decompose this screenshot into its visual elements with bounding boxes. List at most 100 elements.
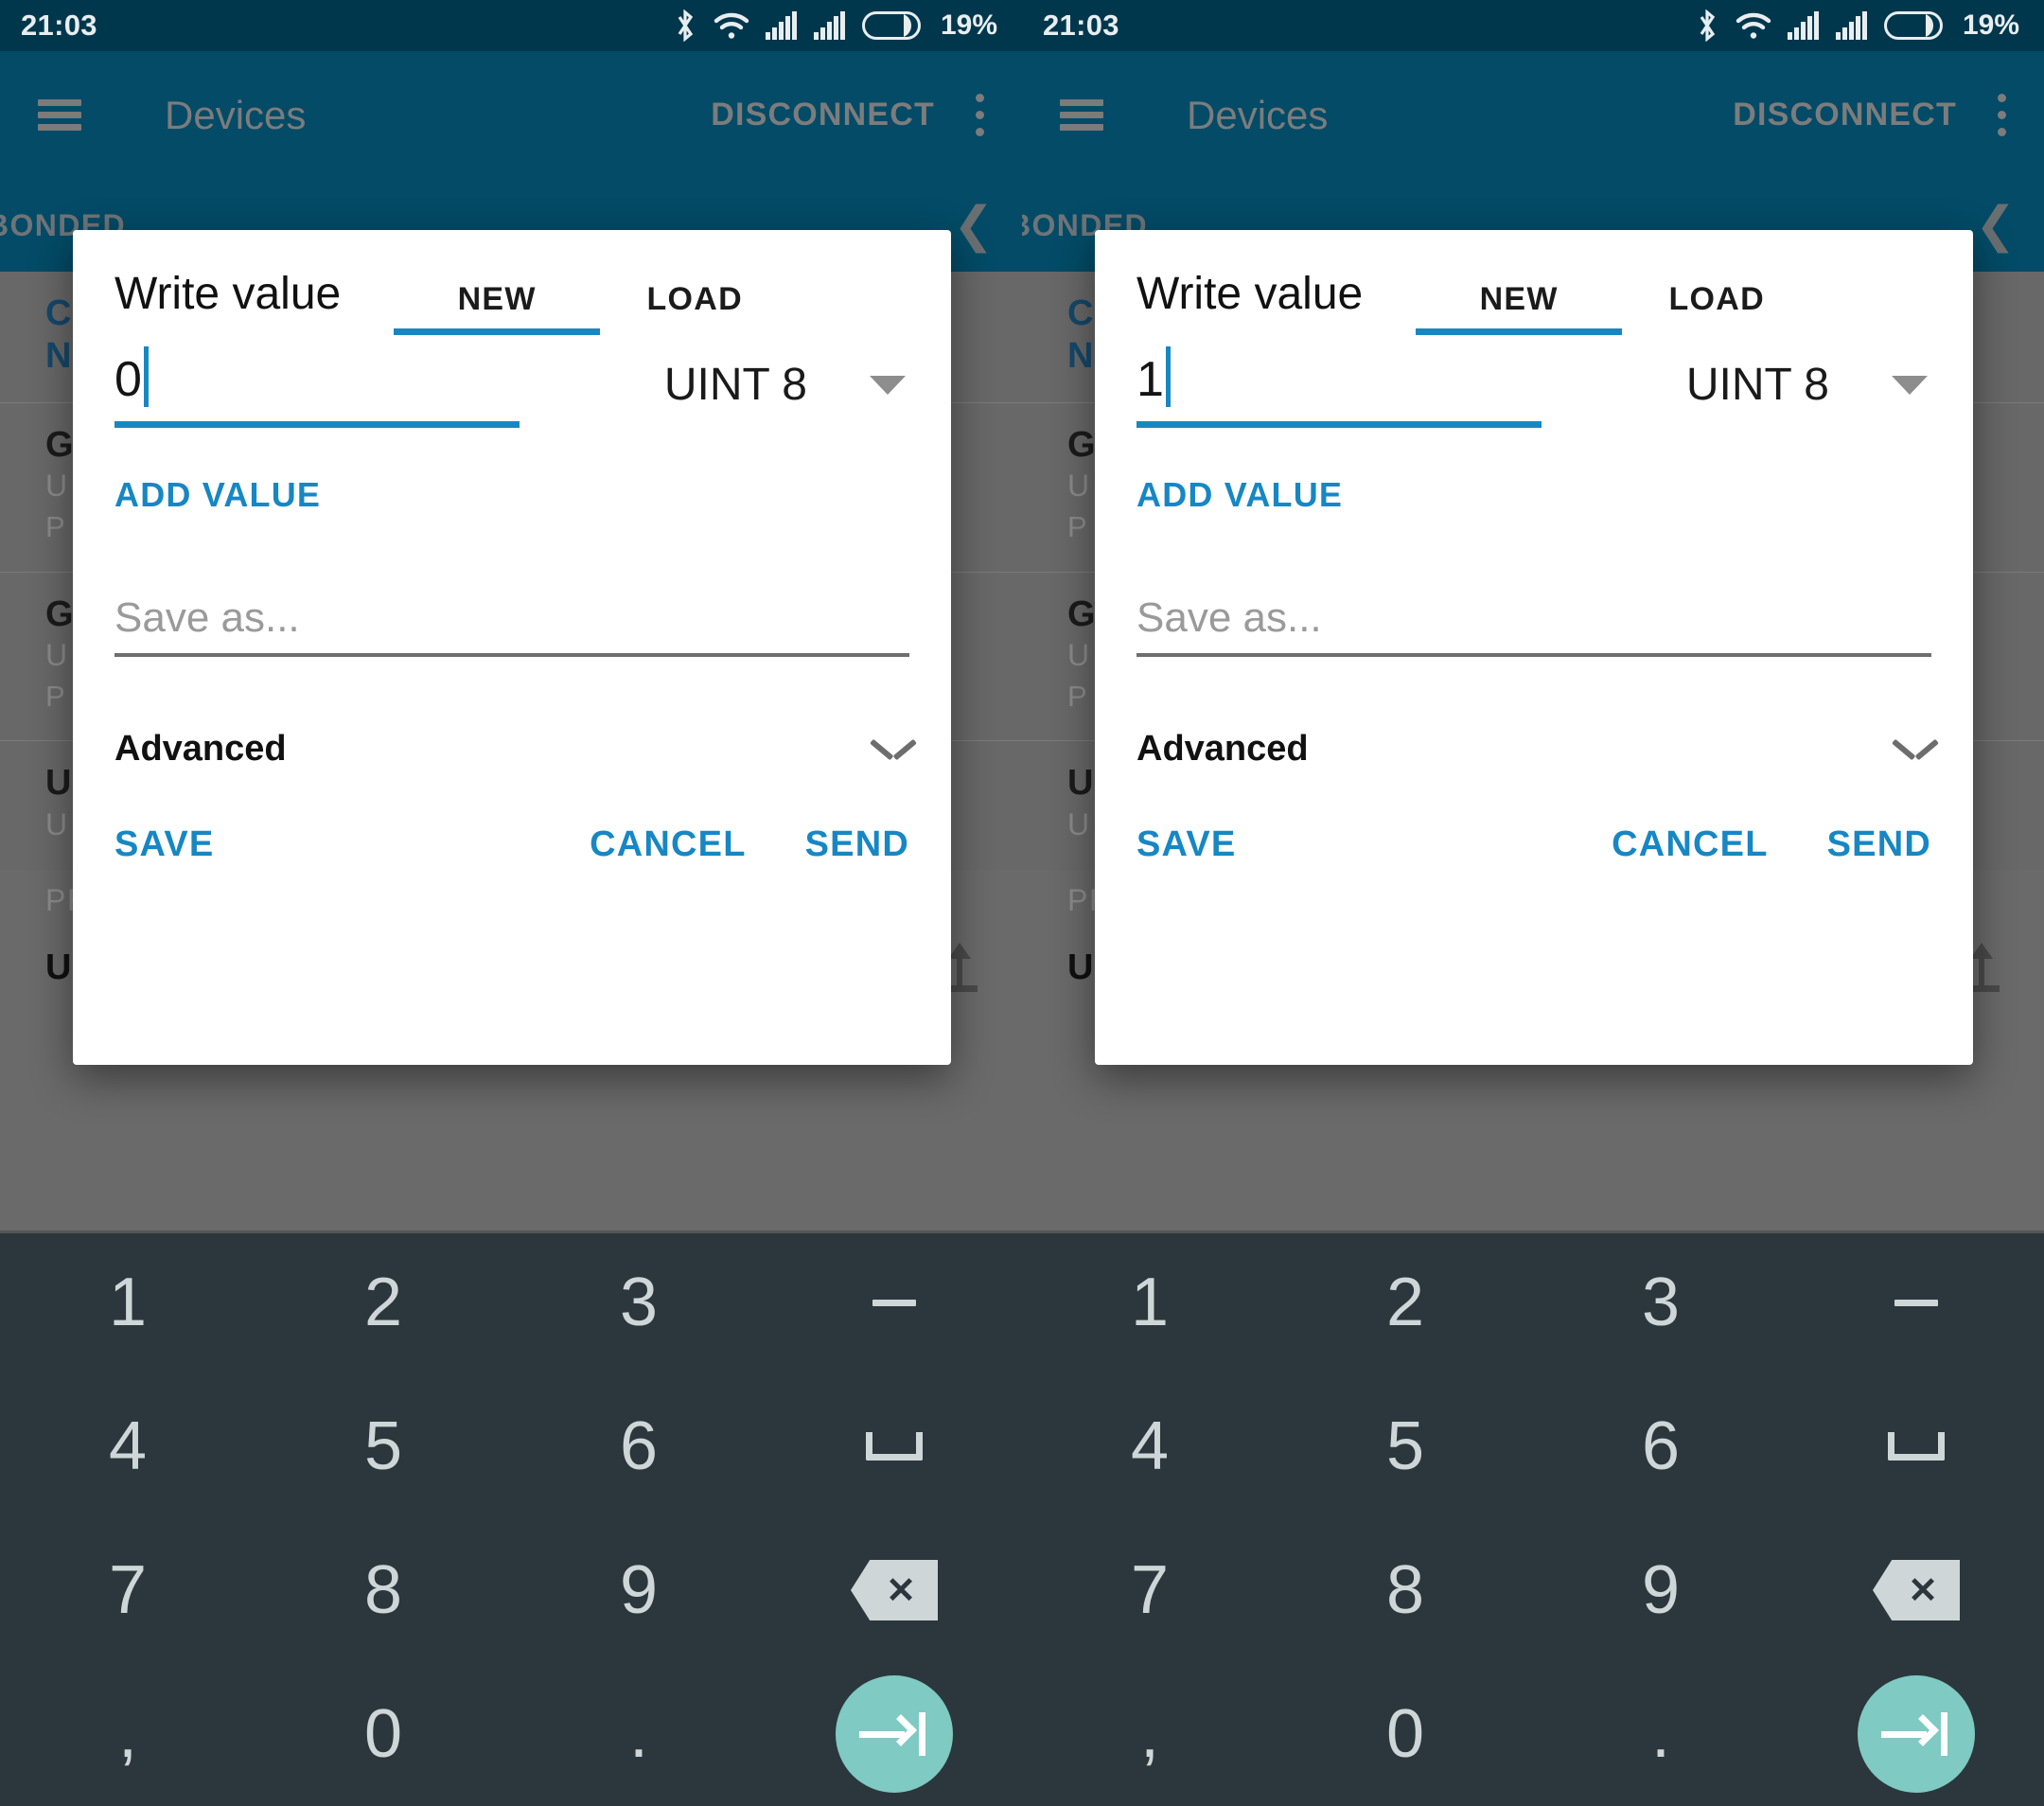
signal-sim1-icon xyxy=(1787,11,1819,40)
dialog-tabs: NEW LOAD xyxy=(394,268,789,335)
key-space[interactable] xyxy=(766,1374,1022,1518)
save-as-underline xyxy=(115,653,909,657)
key-2[interactable]: 2 xyxy=(1278,1231,1533,1374)
keyboard-row: 1 2 3 xyxy=(0,1231,1022,1374)
value-type-select[interactable]: UINT 8 xyxy=(1686,359,1931,415)
overflow-menu-icon[interactable] xyxy=(975,94,984,136)
bluetooth-icon xyxy=(678,9,694,42)
key-5[interactable]: 5 xyxy=(256,1374,511,1518)
key-minus[interactable] xyxy=(766,1231,1022,1374)
key-1[interactable]: 1 xyxy=(0,1231,256,1374)
key-backspace[interactable]: ✕ xyxy=(766,1518,1022,1662)
disconnect-button[interactable]: DISCONNECT xyxy=(711,97,935,133)
battery-percent-label: 19% xyxy=(940,9,997,41)
key-next[interactable] xyxy=(1788,1662,2044,1806)
overflow-menu-icon[interactable] xyxy=(1997,94,2006,136)
app-bar: Devices DISCONNECT xyxy=(1022,51,2044,179)
text-caret xyxy=(1165,346,1171,407)
key-period[interactable]: . xyxy=(1533,1662,1788,1806)
page-title: Devices xyxy=(165,92,307,137)
advanced-label: Advanced xyxy=(115,729,287,769)
dialog-actions: SAVE CANCEL SEND xyxy=(1095,770,1973,865)
chevron-left-icon[interactable]: ❮ xyxy=(953,201,996,250)
disconnect-button[interactable]: DISCONNECT xyxy=(1733,97,1957,133)
key-0[interactable]: 0 xyxy=(256,1662,511,1806)
battery-percent-label: 19% xyxy=(1962,9,2019,41)
screenshot-root: 21:03 19% Devices DISCONNECT BONDED ❮ C … xyxy=(0,0,2044,1806)
key-6[interactable]: 6 xyxy=(511,1374,766,1518)
key-9[interactable]: 9 xyxy=(1533,1518,1788,1662)
key-period[interactable]: . xyxy=(511,1662,766,1806)
key-4[interactable]: 4 xyxy=(1022,1374,1278,1518)
tab-load[interactable]: LOAD xyxy=(600,268,789,335)
wifi-icon xyxy=(714,12,749,39)
key-6[interactable]: 6 xyxy=(1533,1374,1788,1518)
key-5[interactable]: 5 xyxy=(1278,1374,1533,1518)
status-bar: 21:03 19% xyxy=(0,0,1022,51)
save-button[interactable]: SAVE xyxy=(115,824,214,865)
save-as-input[interactable]: Save as... xyxy=(115,594,909,657)
key-space[interactable] xyxy=(1788,1374,2044,1518)
key-2[interactable]: 2 xyxy=(256,1231,511,1374)
save-as-placeholder: Save as... xyxy=(1137,594,1322,641)
value-input[interactable]: 1 xyxy=(1137,346,1542,428)
key-9[interactable]: 9 xyxy=(511,1518,766,1662)
space-icon xyxy=(1888,1432,1945,1461)
key-3[interactable]: 3 xyxy=(1533,1231,1788,1374)
key-comma[interactable]: , xyxy=(1022,1662,1278,1806)
send-button[interactable]: SEND xyxy=(805,824,909,865)
add-value-button[interactable]: ADD VALUE xyxy=(73,415,951,515)
advanced-section-toggle[interactable]: Advanced xyxy=(1095,657,1973,770)
cancel-button[interactable]: CANCEL xyxy=(590,824,747,865)
key-7[interactable]: 7 xyxy=(1022,1518,1278,1662)
key-next[interactable] xyxy=(766,1662,1022,1806)
key-comma[interactable]: , xyxy=(0,1662,256,1806)
keyboard-row: 4 5 6 xyxy=(1022,1374,2044,1518)
chevron-down-icon xyxy=(1895,738,1935,761)
value-input[interactable]: 0 xyxy=(115,346,520,428)
save-as-input[interactable]: Save as... xyxy=(1137,594,1931,657)
key-3[interactable]: 3 xyxy=(511,1231,766,1374)
advanced-label: Advanced xyxy=(1137,729,1309,769)
key-8[interactable]: 8 xyxy=(256,1518,511,1662)
status-bar-icons: 19% xyxy=(673,9,997,42)
page-title: Devices xyxy=(1187,92,1329,137)
battery-icon xyxy=(861,11,921,40)
key-1[interactable]: 1 xyxy=(1022,1231,1278,1374)
advanced-section-toggle[interactable]: Advanced xyxy=(73,657,951,770)
key-backspace[interactable]: ✕ xyxy=(1788,1518,2044,1662)
battery-icon xyxy=(1883,11,1943,40)
space-icon xyxy=(866,1432,923,1461)
value-input-text: 0 xyxy=(115,352,142,407)
key-7[interactable]: 7 xyxy=(0,1518,256,1662)
key-8[interactable]: 8 xyxy=(1278,1518,1533,1662)
value-type-label: UINT 8 xyxy=(663,360,807,410)
chevron-left-icon[interactable]: ❮ xyxy=(1975,201,2018,250)
phone-panel-left: 21:03 19% Devices DISCONNECT BONDED ❮ C … xyxy=(0,0,1022,1806)
value-row: 0 UINT 8 xyxy=(73,335,951,428)
value-type-select[interactable]: UINT 8 xyxy=(664,359,909,415)
tab-new[interactable]: NEW xyxy=(394,268,601,335)
write-value-dialog: Write value NEW LOAD 0 UINT 8 ADD VALUE xyxy=(73,230,951,1065)
key-4[interactable]: 4 xyxy=(0,1374,256,1518)
key-0[interactable]: 0 xyxy=(1278,1662,1533,1806)
tab-new[interactable]: NEW xyxy=(1416,268,1623,335)
tab-load[interactable]: LOAD xyxy=(1622,268,1811,335)
dialog-actions: SAVE CANCEL SEND xyxy=(73,770,951,865)
hamburger-menu-icon[interactable] xyxy=(1060,99,1103,131)
save-button[interactable]: SAVE xyxy=(1137,824,1236,865)
cancel-button[interactable]: CANCEL xyxy=(1612,824,1769,865)
keyboard-row: 7 8 9 ✕ xyxy=(0,1518,1022,1662)
add-value-button[interactable]: ADD VALUE xyxy=(1095,415,1973,515)
hamburger-menu-icon[interactable] xyxy=(38,99,81,131)
dialog-header: Write value NEW LOAD xyxy=(1095,230,1973,335)
tab-next-icon xyxy=(1858,1675,1975,1793)
dialog-tabs: NEW LOAD xyxy=(1416,268,1811,335)
wifi-icon xyxy=(1736,12,1771,39)
dialog-header: Write value NEW LOAD xyxy=(73,230,951,335)
backspace-icon: ✕ xyxy=(851,1560,938,1620)
send-button[interactable]: SEND xyxy=(1827,824,1931,865)
text-caret xyxy=(143,346,149,407)
minus-icon xyxy=(1894,1299,1938,1306)
key-minus[interactable] xyxy=(1788,1231,2044,1374)
